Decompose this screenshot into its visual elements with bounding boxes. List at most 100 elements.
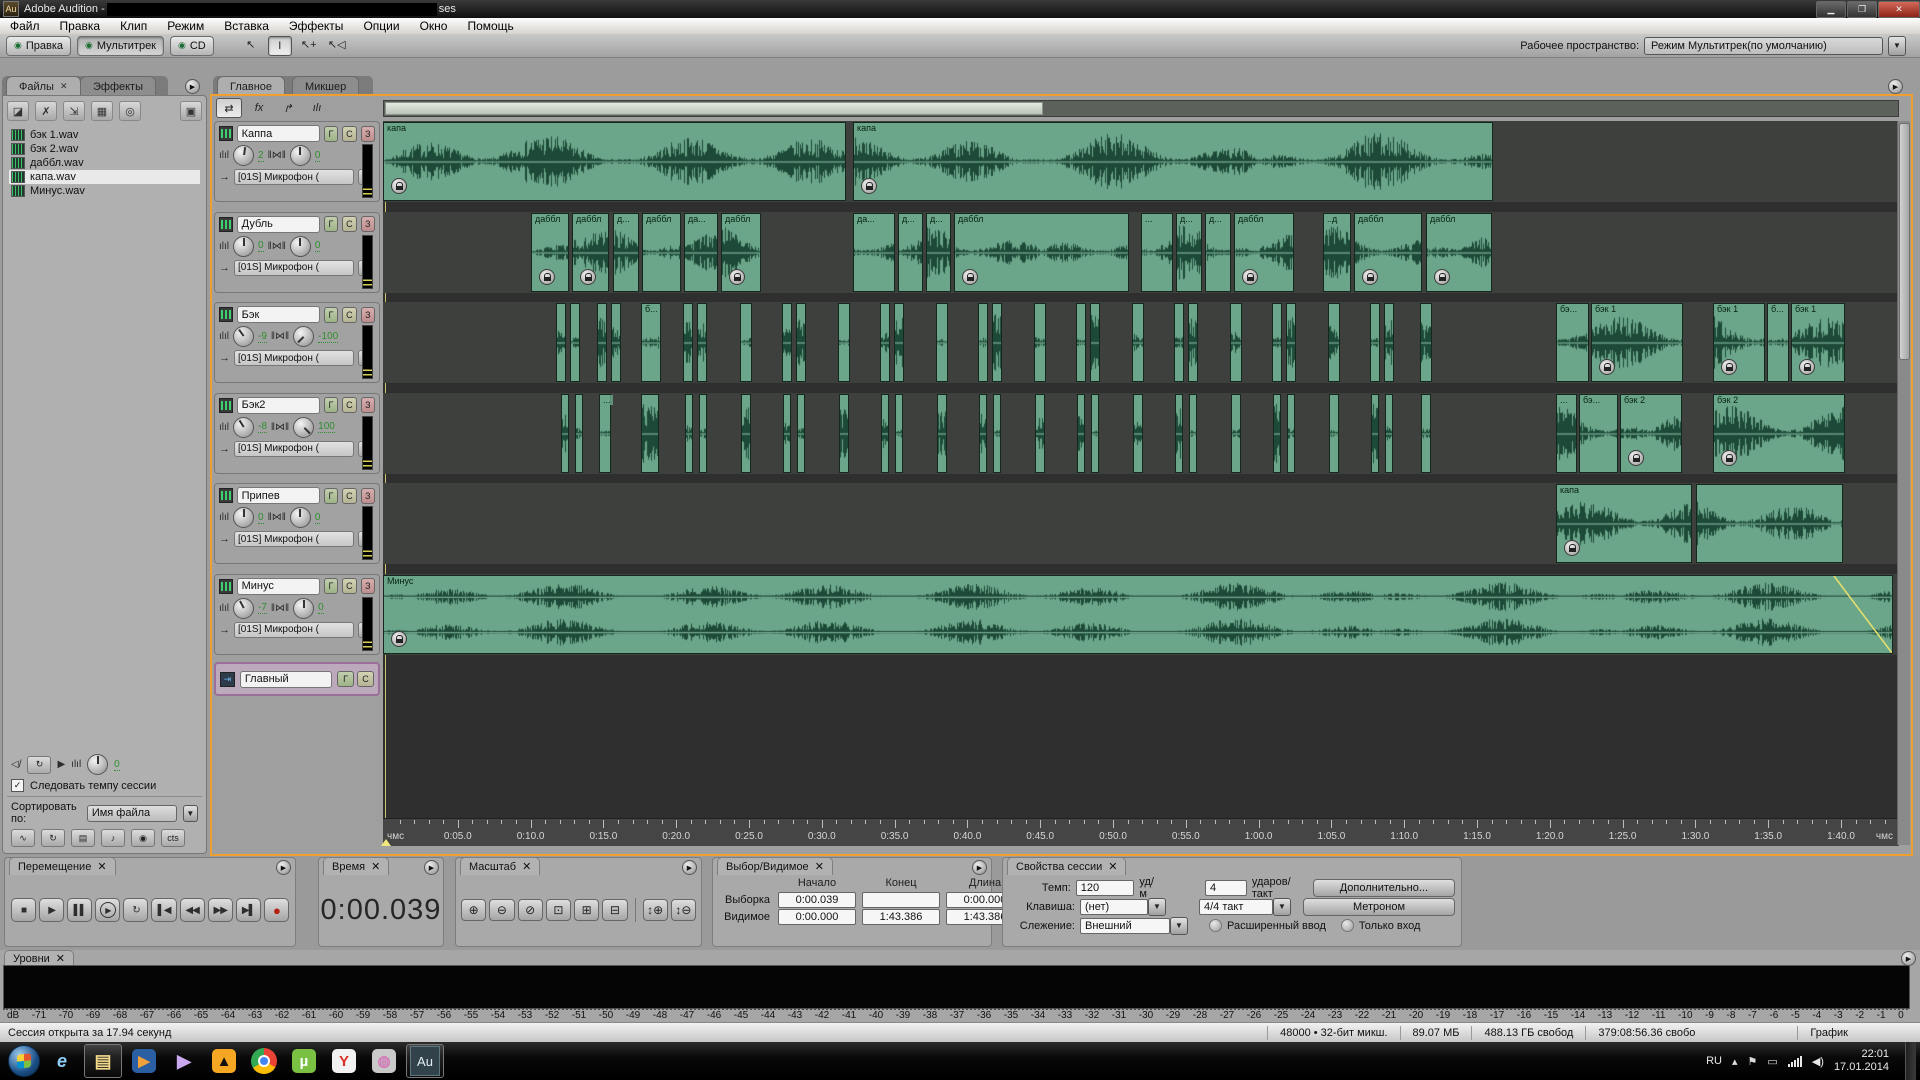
audio-clip[interactable]	[1384, 303, 1394, 382]
input-device-field[interactable]: [01S] Микрофон (	[234, 260, 354, 276]
audio-clip[interactable]: бэк 2	[1620, 394, 1682, 473]
record-button[interactable]: ●	[264, 898, 289, 922]
close-file-icon[interactable]: ✗	[35, 101, 57, 121]
play-from-cursor-button[interactable]: ▶	[95, 898, 120, 922]
close-icon[interactable]: ✕	[1108, 860, 1117, 873]
track-name-field[interactable]: Дубль	[237, 216, 320, 233]
audio-clip[interactable]: бэ...	[1556, 303, 1589, 382]
menu-item-1[interactable]: Файл	[0, 19, 50, 33]
pan-knob[interactable]	[293, 598, 314, 619]
audio-clip[interactable]	[839, 394, 849, 473]
track-solo-button[interactable]: С	[342, 578, 356, 594]
play-button[interactable]: ▶	[39, 898, 64, 922]
audio-clip[interactable]	[1272, 303, 1282, 382]
chrome-icon[interactable]	[246, 1045, 282, 1077]
menu-item-6[interactable]: Эффекты	[279, 19, 354, 33]
close-icon[interactable]: ✕	[97, 860, 106, 873]
menu-item-5[interactable]: Вставка	[214, 19, 279, 33]
show-midi-button[interactable]: ♪	[101, 829, 125, 847]
tab-effects[interactable]: Эффекты	[80, 76, 156, 96]
level-meter[interactable]	[3, 965, 1910, 1009]
tempo-input[interactable]: 120	[1076, 880, 1135, 896]
track-solo-button[interactable]: С	[342, 126, 356, 142]
input-device-field[interactable]: [01S] Микрофон (	[234, 531, 354, 547]
audio-clip[interactable]: ...	[1141, 213, 1173, 292]
audio-clip[interactable]	[1174, 303, 1184, 382]
close-icon[interactable]: ✕	[371, 860, 380, 873]
track-header-2[interactable]: ДубльГСЗılıl0‖⋈‖0→[01S] Микрофон (▶	[214, 212, 380, 293]
vertical-scrollbar-thumb[interactable]	[1899, 123, 1910, 360]
tab-files[interactable]: Файлы✕	[6, 76, 81, 96]
follow-dropdown-icon[interactable]: ▼	[1170, 917, 1188, 935]
session-tab[interactable]: Свойства сессии✕	[1007, 857, 1126, 875]
audio-clip[interactable]	[556, 303, 566, 382]
pan-knob[interactable]	[293, 417, 314, 438]
key-dropdown-icon[interactable]: ▼	[1148, 898, 1166, 916]
audio-clip[interactable]	[1286, 303, 1296, 382]
stop-button[interactable]: ■	[11, 898, 36, 922]
track-header-5[interactable]: ПрипевГСЗılıl0‖⋈‖0→[01S] Микрофон (▶	[214, 483, 380, 564]
audio-clip[interactable]: даббл	[531, 213, 569, 292]
go-to-end-button[interactable]: ▶▌	[236, 898, 261, 922]
track-header-1[interactable]: КаппаГСЗılıl2‖⋈‖0→[01S] Микрофон (▶	[214, 121, 380, 202]
audio-clip[interactable]: капа	[383, 122, 846, 201]
zoom-menu-icon[interactable]: ▶	[682, 860, 697, 875]
zoom-out-full-button[interactable]: ⊘	[518, 899, 543, 921]
audio-clip[interactable]	[880, 303, 890, 382]
menu-item-3[interactable]: Клип	[110, 19, 157, 33]
zoom-tab[interactable]: Масштаб✕	[460, 857, 540, 875]
audio-clip[interactable]: Минус	[383, 575, 1893, 654]
track-header-4[interactable]: Бэк2ГСЗılıl-8‖⋈‖100→[01S] Микрофон (▶	[214, 393, 380, 474]
pause-button[interactable]: ▌▌	[67, 898, 92, 922]
track-group-button[interactable]: Г	[324, 307, 338, 323]
track-group-button[interactable]: Г	[324, 126, 338, 142]
preview-play-icon[interactable]: ▶	[57, 759, 65, 770]
audio-clip[interactable]	[1328, 303, 1340, 382]
input-device-field[interactable]: [01S] Микрофон (	[234, 441, 354, 457]
follow-select[interactable]: Внешний	[1080, 918, 1170, 934]
zoom-out-vertical-button[interactable]: ↕⊖	[671, 899, 696, 921]
audio-clip[interactable]	[741, 394, 751, 473]
volume-knob[interactable]	[233, 507, 254, 528]
master-solo-button[interactable]: С	[357, 671, 374, 687]
fast-forward-button[interactable]: ▶▶	[208, 898, 233, 922]
volume-knob[interactable]	[233, 417, 254, 438]
clock[interactable]: 22:01 17.01.2014	[1834, 1048, 1895, 1074]
meter-dropdown-icon[interactable]: ▼	[1273, 898, 1291, 916]
explorer-icon[interactable]: ▤	[84, 1044, 122, 1078]
follow-tempo-checkbox[interactable]: ✓	[11, 779, 24, 792]
track-header-6[interactable]: МинусГСЗılıl-7‖⋈‖0→[01S] Микрофон (▶	[214, 574, 380, 655]
audio-clip[interactable]	[783, 394, 791, 473]
input-device-field[interactable]: [01S] Микрофон (	[234, 622, 354, 638]
audio-clip[interactable]	[697, 303, 707, 382]
utorrent-icon[interactable]: µ	[286, 1045, 322, 1077]
time-selection-tool[interactable]: I	[268, 36, 292, 56]
audio-clip[interactable]: даббл	[572, 213, 609, 292]
audio-clip[interactable]	[597, 303, 607, 382]
audio-clip[interactable]	[782, 303, 792, 382]
track-record-button[interactable]: З	[361, 397, 375, 413]
audio-clip[interactable]	[1273, 394, 1281, 473]
zoom-in-vertical-button[interactable]: ↕⊕	[643, 899, 668, 921]
timeline-ruler[interactable]: чмсчмс0:05.00:10.00:15.00:20.00:25.00:30…	[383, 818, 1899, 846]
audio-clip[interactable]: даббл	[954, 213, 1129, 292]
audio-clip[interactable]	[699, 394, 707, 473]
zoom-in-horizontal-button[interactable]: ⊕	[461, 899, 486, 921]
insert-into-cd-icon[interactable]: ◎	[119, 101, 141, 121]
beats-input[interactable]: 4	[1205, 880, 1247, 896]
show-loops-button[interactable]: ↻	[41, 829, 65, 847]
transport-tab[interactable]: Перемещение✕	[9, 857, 116, 875]
selection-value-field[interactable]: 1:43.386	[862, 909, 940, 925]
hybrid-tool[interactable]: ↖	[240, 36, 262, 54]
audio-clip[interactable]: ...	[1556, 394, 1577, 473]
audio-clip[interactable]: бэк 1	[1791, 303, 1845, 382]
tab-mixer[interactable]: Микшер	[292, 76, 359, 96]
minimize-button[interactable]: ▁	[1816, 1, 1846, 18]
audio-clip[interactable]	[978, 303, 988, 382]
selection-menu-icon[interactable]: ▶	[972, 860, 987, 875]
audio-clip[interactable]	[740, 303, 752, 382]
key-select[interactable]: (нет)	[1080, 899, 1148, 915]
audio-clip[interactable]	[894, 303, 904, 382]
show-video-button[interactable]: ▤	[71, 829, 95, 847]
audio-clip[interactable]: д...	[613, 213, 639, 292]
